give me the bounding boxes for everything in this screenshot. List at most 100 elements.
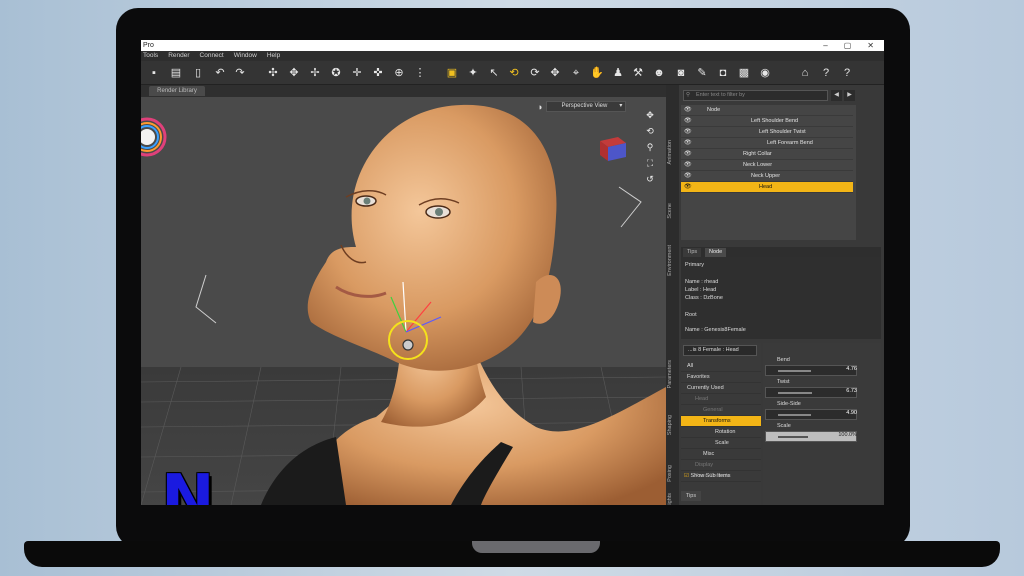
nav-forward-icon[interactable]: ▶: [844, 90, 855, 101]
tab-environment[interactable]: Environment: [667, 245, 678, 276]
category-head[interactable]: Head: [681, 394, 761, 405]
eye-icon[interactable]: 👁: [684, 127, 692, 138]
tab-shaping[interactable]: Shaping: [667, 415, 678, 435]
bone-icon[interactable]: ⚒: [631, 66, 645, 80]
orbit-view-icon[interactable]: ⟲: [644, 125, 656, 137]
pointer-icon[interactable]: ↖: [487, 66, 501, 80]
frame-icon[interactable]: ⛶: [644, 157, 656, 169]
help-icon[interactable]: ?: [840, 66, 854, 80]
move-icon[interactable]: ✥: [548, 66, 562, 80]
navigation-cube[interactable]: [596, 133, 628, 163]
camera-icon[interactable]: ◙: [674, 66, 688, 80]
slider-bend[interactable]: Bend 4.76: [763, 357, 881, 379]
help-pointer-icon[interactable]: ?: [819, 66, 833, 80]
eye-icon[interactable]: 👁: [684, 116, 692, 127]
slider-twist[interactable]: Twist 6.73: [763, 379, 881, 401]
tab-parameters[interactable]: Parameters: [667, 360, 678, 388]
slider-value[interactable]: 100.0%: [837, 432, 857, 438]
tree-row[interactable]: 👁 Left Shoulder Twist: [681, 127, 853, 138]
nav-back-icon[interactable]: ◀: [831, 90, 842, 101]
node-selection-icon[interactable]: ✣: [266, 66, 280, 80]
hand-icon[interactable]: ✋: [590, 66, 604, 80]
tab-render-library[interactable]: Render Library: [149, 86, 205, 96]
document-icon[interactable]: ▯: [191, 66, 205, 80]
minimize-icon[interactable]: –: [823, 40, 827, 51]
category-rotation[interactable]: Rotation: [681, 427, 761, 438]
figure-tool-icon[interactable]: ▣: [445, 66, 459, 80]
slider-value[interactable]: 6.73: [837, 388, 857, 394]
menu-tools[interactable]: Tools: [143, 51, 158, 61]
slider-scale[interactable]: Scale 100.0%: [763, 423, 881, 445]
category-general[interactable]: General: [681, 405, 761, 416]
category-all[interactable]: All: [681, 361, 761, 372]
tab-tips[interactable]: Tips: [683, 248, 702, 257]
checkbox-icon[interactable]: ☑: [684, 473, 689, 479]
reset-view-icon[interactable]: ↺: [644, 173, 656, 185]
light-icon[interactable]: ✎: [695, 66, 709, 80]
close-icon[interactable]: ✕: [867, 40, 874, 51]
category-transforms[interactable]: Transforms: [681, 416, 761, 427]
slider-value[interactable]: 4.90: [837, 410, 857, 416]
figure-select[interactable]: ...is 8 Female : Head: [683, 345, 757, 356]
tree-row-label: Neck Lower: [743, 162, 773, 168]
eye-icon[interactable]: 👁: [684, 182, 692, 193]
scene-search-input[interactable]: ⚲ Enter text to filter by: [683, 90, 828, 101]
tab-tips-bottom[interactable]: Tips: [681, 491, 701, 501]
eye-icon[interactable]: 👁: [684, 160, 692, 171]
category-misc[interactable]: Misc: [681, 449, 761, 460]
category-currently-used[interactable]: Currently Used: [681, 383, 761, 394]
orbit-icon[interactable]: ⟳: [528, 66, 542, 80]
slider-fill: [778, 414, 811, 416]
scale-icon[interactable]: ✛: [350, 66, 364, 80]
render-icon[interactable]: ▩: [737, 66, 751, 80]
region-icon[interactable]: ⊕: [392, 66, 406, 80]
active-rotate-icon[interactable]: ⟲: [507, 66, 521, 80]
tree-row[interactable]: 👁 Left Forearm Bend: [681, 138, 853, 149]
render-camera-icon[interactable]: ◉: [758, 66, 772, 80]
slider-value[interactable]: 4.76: [837, 366, 857, 372]
rotate-icon[interactable]: ✪: [329, 66, 343, 80]
eye-icon[interactable]: 👁: [684, 171, 692, 182]
translate-icon[interactable]: ✢: [308, 66, 322, 80]
open-icon[interactable]: ▤: [169, 66, 183, 80]
figure-icon[interactable]: ♟: [611, 66, 625, 80]
mask-icon[interactable]: ☻: [652, 66, 666, 80]
category-favorites[interactable]: Favorites: [681, 372, 761, 383]
tree-row[interactable]: 👁 Left Shoulder Bend: [681, 116, 853, 127]
undo-icon[interactable]: ↶: [213, 66, 227, 80]
tab-node[interactable]: Node: [705, 248, 727, 257]
menu-connect[interactable]: Connect: [200, 51, 224, 61]
select-icon[interactable]: ✦: [466, 66, 480, 80]
grid-icon[interactable]: ⋮: [413, 66, 427, 80]
menu-window[interactable]: Window: [234, 51, 257, 61]
redo-icon[interactable]: ↷: [233, 66, 247, 80]
tree-row[interactable]: 👁 Neck Upper: [681, 171, 853, 182]
universal-tool-icon[interactable]: ✥: [287, 66, 301, 80]
tree-row-selected[interactable]: 👁 Head: [681, 182, 853, 193]
save-icon[interactable]: ▪: [147, 66, 161, 80]
category-scale[interactable]: Scale: [681, 438, 761, 449]
3d-viewport[interactable]: ◑ Perspective View ▾ ✥ ⟲ ⚲ ⛶ ↺ N: [141, 97, 666, 505]
tab-lights[interactable]: Lights: [667, 493, 678, 505]
camera-select[interactable]: Perspective View ▾: [546, 101, 627, 112]
tab-animation[interactable]: Animation: [667, 140, 678, 164]
pose-icon[interactable]: ✜: [371, 66, 385, 80]
shading-icon[interactable]: ◑: [537, 102, 542, 112]
show-sub-items-checkbox[interactable]: ☑ Show Sub Items: [684, 473, 731, 479]
slider-side-side[interactable]: Side-Side 4.90: [763, 401, 881, 423]
tab-posing[interactable]: Posing: [667, 465, 678, 482]
tree-row[interactable]: 👁 Neck Lower: [681, 160, 853, 171]
tab-scene[interactable]: Scene: [667, 203, 678, 219]
pan-icon[interactable]: ✥: [644, 109, 656, 121]
menu-help[interactable]: Help: [267, 51, 280, 61]
menu-render[interactable]: Render: [168, 51, 189, 61]
category-display[interactable]: Display: [681, 460, 761, 471]
joint-icon[interactable]: ⌖: [569, 66, 583, 80]
render-settings-icon[interactable]: ◘: [716, 66, 730, 80]
eye-icon[interactable]: 👁: [684, 149, 692, 160]
maximize-icon[interactable]: ▢: [844, 40, 852, 51]
tree-row[interactable]: 👁 Right Collar: [681, 149, 853, 160]
zoom-icon[interactable]: ⚲: [644, 141, 656, 153]
home-icon[interactable]: ⌂: [798, 66, 812, 80]
eye-icon[interactable]: 👁: [684, 138, 692, 149]
